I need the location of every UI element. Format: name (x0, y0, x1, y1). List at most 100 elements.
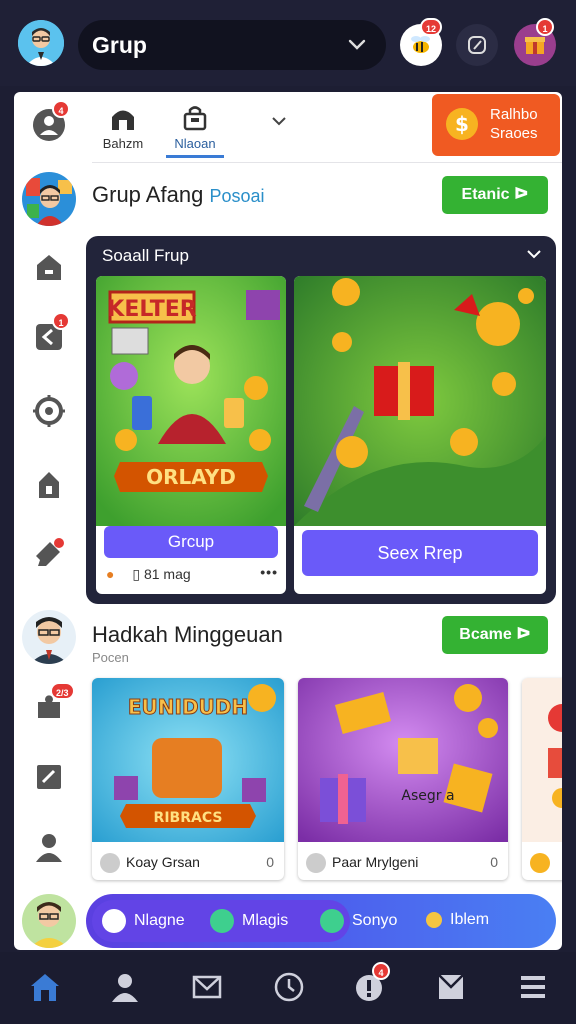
timer-button[interactable] (456, 24, 498, 66)
clock-icon (274, 972, 304, 1002)
group-2-avatar[interactable] (22, 610, 76, 664)
gift-button[interactable]: 1 (514, 18, 556, 66)
thumb-card-2[interactable]: Asegr a Paar Mrylgeni 0 (298, 678, 508, 880)
nav-menu-button[interactable] (516, 970, 550, 1004)
nav-alerts-button[interactable]: 4 (352, 962, 390, 1004)
rail-item-target[interactable] (32, 394, 66, 428)
rail-item-share[interactable]: 1 (32, 312, 70, 354)
thumb-card-1[interactable]: EUNIDUDH RIBRACS Koay Grsan 0 (92, 678, 284, 880)
home-icon (31, 974, 59, 1001)
bag-icon (183, 106, 207, 131)
group-2-title[interactable]: Hadkah Minggeuan (92, 622, 283, 648)
chip-icon (320, 909, 344, 933)
chip-label: Sonyo (352, 912, 398, 930)
thumb-3-footer (530, 850, 562, 874)
rewards-store-button[interactable]: $ Ralhbo Sraoes (432, 94, 560, 156)
target-icon (33, 395, 65, 427)
rail-badge: 1 (52, 312, 70, 330)
chip-nlagne[interactable]: Nlagne (102, 909, 185, 933)
edit-icon (37, 765, 61, 789)
chip-iblem[interactable]: Iblem (426, 909, 489, 931)
chevron-down-icon (348, 39, 366, 50)
nav-mail-button[interactable] (190, 970, 224, 1004)
chat-icon (36, 538, 64, 566)
menu-icon (521, 976, 545, 998)
thumb-3-art (522, 678, 562, 842)
group-3-avatar[interactable] (22, 894, 76, 948)
group-dropdown-label: Grup (92, 32, 147, 58)
rail-badge: 2/3 (50, 682, 75, 700)
nav-alerts-badge: 4 (372, 962, 390, 980)
game-card-1-button[interactable]: Grcup (104, 526, 278, 558)
more-options-icon[interactable]: ••• (260, 564, 278, 580)
user-icon (36, 834, 62, 862)
rail-item-home[interactable] (32, 250, 66, 284)
tab-label: Nlaoan (174, 136, 216, 151)
rail-item-profile[interactable]: 4 (32, 100, 70, 142)
game-card-1-art: KELTER ORLAYD (96, 276, 286, 526)
group-1-accent: Posoai (209, 186, 265, 206)
chip-sonyo[interactable]: Sonyo (320, 909, 397, 933)
chip-strip: Nlagne Mlagis Sonyo Iblem (86, 894, 556, 948)
lock-icon (39, 472, 59, 498)
group-2-subtitle: Pocen (92, 650, 129, 665)
nav-home-button[interactable] (28, 970, 62, 1004)
dollar-coin-icon: $ (446, 108, 478, 140)
person-icon (112, 974, 138, 1002)
chip-icon (210, 909, 234, 933)
rewards-label-2: Sraoes (490, 125, 538, 142)
game-card-2-button[interactable]: Seex Rrep (302, 530, 538, 576)
nav-inbox-button[interactable] (434, 970, 468, 1004)
group-1-avatar[interactable] (22, 172, 76, 226)
bee-notification-button[interactable]: 12 (400, 18, 443, 66)
user-avatar[interactable] (18, 20, 64, 66)
thumb-1-footer: Koay Grsan 0 (100, 850, 276, 874)
chip-label: Nlagne (134, 912, 185, 930)
rail-item-chat[interactable] (32, 536, 66, 570)
thumb-2-owner: Paar Mrylgeni (332, 854, 419, 870)
thumb-card-3[interactable] (522, 678, 562, 880)
thumb-1-count: 0 (266, 854, 274, 870)
thumb-2-caption: Asegr a (401, 788, 454, 804)
game-card-2[interactable]: Seex Rrep (294, 276, 546, 594)
group-2-join-button[interactable]: Bcame ᐅ (442, 616, 548, 654)
tabs-more-chevron-icon[interactable] (268, 110, 290, 132)
game-card-1-ribbon: ORLAYD (146, 465, 236, 489)
rail-item-edit[interactable] (32, 760, 66, 794)
home-icon (37, 255, 61, 280)
group-1-join-button[interactable]: Etanic ᐅ (442, 176, 548, 214)
game-card-1-meta: ● ▯ 81 mag ••• (106, 564, 278, 586)
rail-item-lock[interactable] (32, 468, 66, 502)
group-1-title: Grup Afang (92, 182, 204, 207)
gift-badge: 1 (536, 18, 554, 36)
chevron-down-icon[interactable] (524, 244, 544, 264)
group-dropdown[interactable]: Grup (78, 20, 386, 70)
mini-avatar (100, 853, 120, 874)
chip-mlagis[interactable]: Mlagis (210, 909, 288, 933)
svg-text:$: $ (455, 112, 469, 136)
inbox-icon (438, 974, 464, 999)
game-card-1[interactable]: KELTER ORLAYD Grcup ● ▯ 81 mag ••• (96, 276, 286, 594)
rail-item-rewards[interactable]: 2/3 (32, 682, 75, 724)
mail-icon (192, 975, 222, 999)
doc-icon: ▯ (132, 566, 141, 582)
tab-nlaoan[interactable]: Nlaoan (160, 104, 230, 158)
rail-badge: 4 (52, 100, 70, 118)
social-card-title: Soaall Frup (102, 246, 189, 265)
main-panel: 4 1 2/3 Bahzm Nlaoan $ Ralhbo Sraoes Gru… (14, 92, 562, 950)
notification-badge: 12 (420, 18, 443, 36)
group-1-title-row[interactable]: Grup Afang Posoai (92, 182, 264, 208)
top-bar: Grup 12 1 (0, 0, 576, 86)
nav-clock-button[interactable] (272, 970, 306, 1004)
coin-icon: ● (106, 566, 115, 582)
timer-icon (468, 36, 486, 54)
game-card-2-art (294, 276, 546, 526)
rail-item-account[interactable] (32, 830, 66, 864)
thumb-2-footer: Paar Mrylgeni 0 (306, 850, 500, 874)
nav-profile-button[interactable] (108, 970, 142, 1004)
tab-label: Bahzm (102, 136, 144, 151)
house-icon (112, 110, 134, 130)
chip-icon (102, 909, 126, 933)
tab-bahzm[interactable]: Bahzm (88, 104, 158, 151)
game-card-1-meta-text: 81 mag (143, 566, 191, 582)
